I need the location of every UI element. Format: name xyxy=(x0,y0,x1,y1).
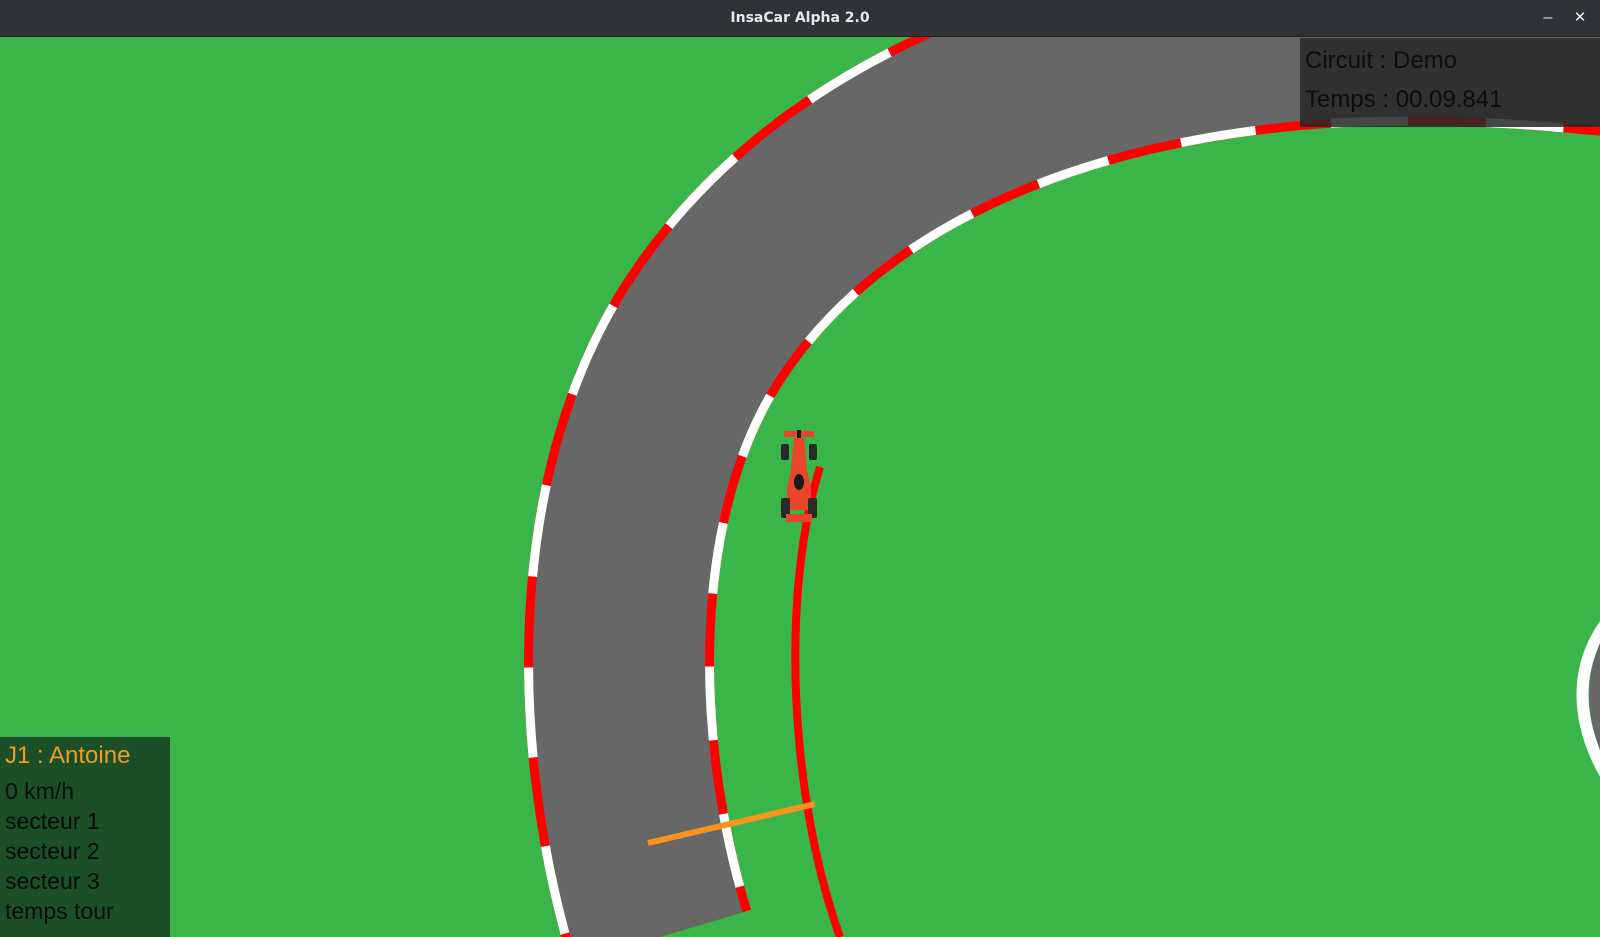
sector-3: secteur 3 xyxy=(5,868,100,894)
minimize-icon[interactable]: – xyxy=(1536,6,1560,30)
player-hud: J1 : Antoine 0 km/h secteur 1 secteur 2 … xyxy=(0,737,170,937)
circuit-hud: Circuit : Demo Temps : 00.09.841 xyxy=(1300,38,1600,127)
race-time: Temps : 00.09.841 xyxy=(1305,86,1503,113)
game-viewport[interactable]: Circuit : Demo Temps : 00.09.841 J1 : An… xyxy=(0,37,1600,937)
lap-time: temps tour xyxy=(5,898,114,924)
player-name: J1 : Antoine xyxy=(5,742,131,769)
formula-car-icon xyxy=(781,430,817,524)
window-titlebar: InsaCar Alpha 2.0 – ✕ xyxy=(0,0,1600,37)
circuit-label: Circuit : Demo xyxy=(1305,47,1458,74)
track-inner-kerb xyxy=(791,465,844,937)
sector-1: secteur 1 xyxy=(5,808,100,834)
sector-2: secteur 2 xyxy=(5,838,100,864)
window-title: InsaCar Alpha 2.0 xyxy=(730,10,870,26)
close-icon[interactable]: ✕ xyxy=(1568,6,1592,30)
track-asphalt xyxy=(533,37,1600,937)
player-speed: 0 km/h xyxy=(5,778,75,804)
